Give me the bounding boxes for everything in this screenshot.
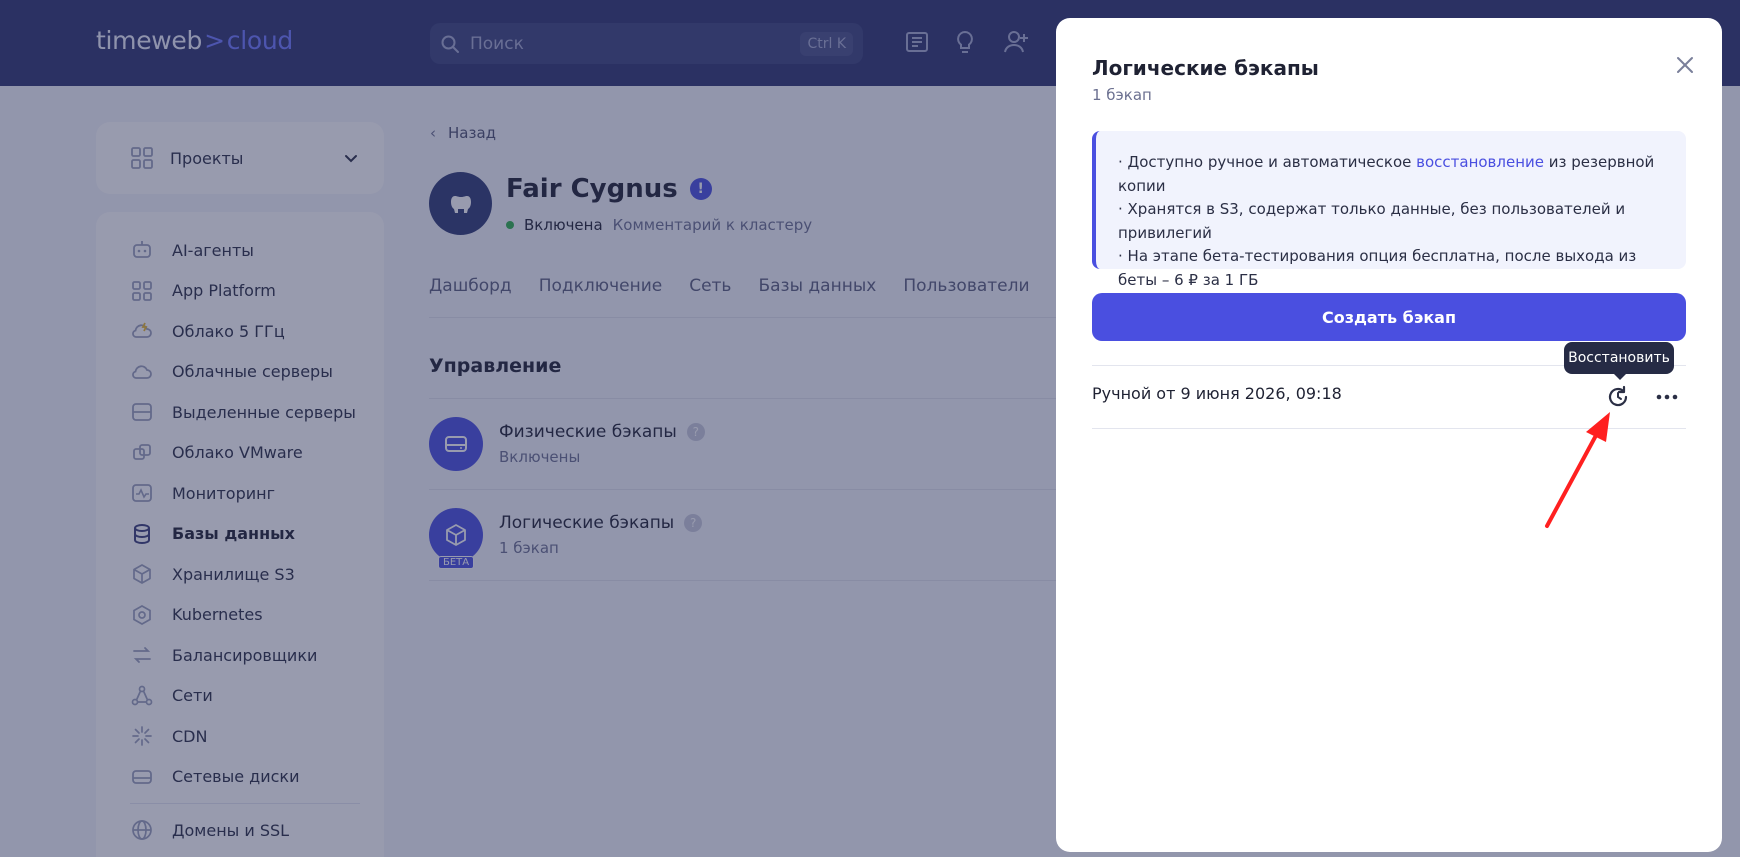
info-line-1: · Доступно ручное и автоматическое восст…: [1118, 151, 1664, 198]
info-text: · Доступно ручное и автоматическое: [1118, 153, 1417, 171]
drawer-subtitle: 1 бэкап: [1092, 86, 1152, 104]
info-box: · Доступно ручное и автоматическое восст…: [1092, 131, 1686, 289]
backup-entry-label: Ручной от 9 июня 2026, 09:18: [1092, 384, 1342, 403]
info-line-3: · На этапе бета-тестирования опция беспл…: [1118, 247, 1637, 289]
restore-link[interactable]: восстановление: [1416, 153, 1544, 171]
more-options-icon[interactable]: [1653, 383, 1681, 411]
info-line-2: · Хранятся в S3, содержат только данные,…: [1118, 200, 1626, 242]
restore-tooltip: Восстановить: [1564, 342, 1674, 380]
divider: [1092, 428, 1686, 429]
create-backup-button[interactable]: Создать бэкап: [1092, 293, 1686, 341]
close-icon[interactable]: [1672, 52, 1698, 78]
drawer-title: Логические бэкапы: [1092, 56, 1319, 80]
restore-icon[interactable]: [1604, 383, 1632, 411]
logical-backups-drawer: Логические бэкапы 1 бэкап · Доступно руч…: [1056, 18, 1722, 852]
